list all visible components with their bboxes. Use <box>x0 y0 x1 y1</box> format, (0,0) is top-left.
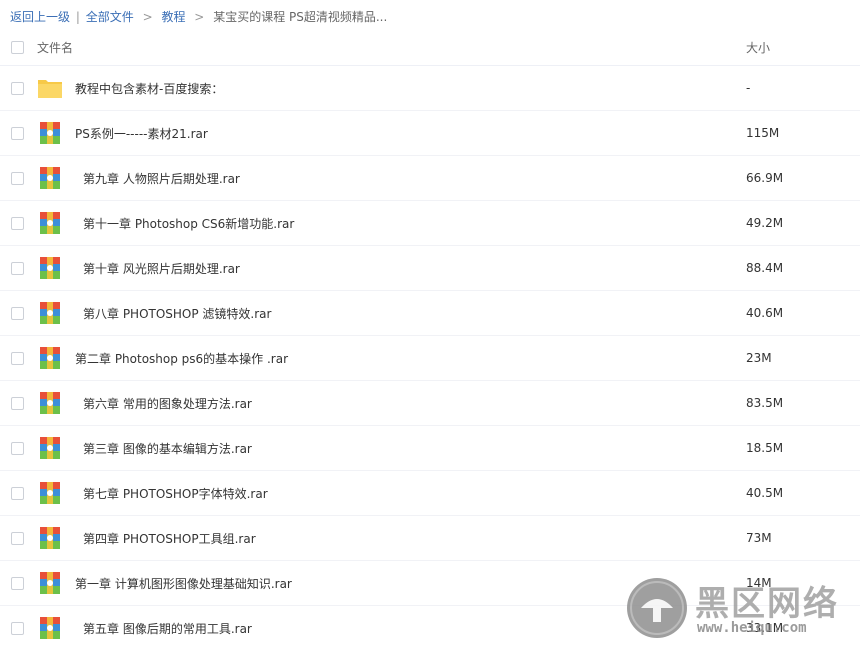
file-size: 40.6M <box>746 306 784 320</box>
file-list-header: 文件名 大小 <box>0 30 860 66</box>
file-size: 115M <box>746 126 780 140</box>
file-checkbox[interactable] <box>11 576 24 590</box>
file-row[interactable]: PS系例一-----素材21.rar 115M <box>0 111 860 156</box>
file-name[interactable]: 第十章 风光照片后期处理.rar <box>83 260 240 277</box>
rar-archive-icon <box>37 481 63 505</box>
file-row[interactable]: 第十章 风光照片后期处理.rar 88.4M <box>0 246 860 291</box>
file-checkbox[interactable] <box>11 216 24 230</box>
file-name[interactable]: PS系例一-----素材21.rar <box>75 125 208 142</box>
back-link[interactable]: 返回上一级 <box>10 10 70 24</box>
file-size: 23M <box>746 351 772 365</box>
file-row[interactable]: 第六章 常用的图象处理方法.rar 83.5M <box>0 381 860 426</box>
rar-archive-icon <box>37 301 63 325</box>
file-name[interactable]: 第七章 PHOTOSHOP字体特效.rar <box>83 485 268 502</box>
file-checkbox[interactable] <box>11 351 24 365</box>
watermark-url: www.heiqu.com <box>697 620 807 636</box>
breadcrumb-divider: | <box>75 10 80 24</box>
file-size: 40.5M <box>746 486 784 500</box>
rar-archive-icon <box>37 121 63 145</box>
file-size: 73M <box>746 531 772 545</box>
rar-archive-icon <box>37 571 63 595</box>
rar-archive-icon <box>37 436 63 460</box>
breadcrumb-separator: > <box>142 10 153 24</box>
file-checkbox[interactable] <box>11 171 24 185</box>
file-checkbox[interactable] <box>11 621 24 635</box>
file-size: 49.2M <box>746 216 784 230</box>
breadcrumb: 返回上一级 | 全部文件 > 教程 > 某宝买的课程 PS超清视频精品... <box>10 8 387 26</box>
folder-icon <box>37 76 63 100</box>
file-row[interactable]: 教程中包含素材-百度搜索： - <box>0 66 860 111</box>
file-size: - <box>746 81 751 95</box>
file-checkbox[interactable] <box>11 306 24 320</box>
file-size: 88.4M <box>746 261 784 275</box>
rar-archive-icon <box>37 391 63 415</box>
file-checkbox[interactable] <box>11 531 24 545</box>
watermark-title: 黑区网络 <box>695 584 839 624</box>
file-row[interactable]: 第四章 PHOTOSHOP工具组.rar 73M <box>0 516 860 561</box>
file-size: 66.9M <box>746 171 784 185</box>
file-row[interactable]: 第九章 人物照片后期处理.rar 66.9M <box>0 156 860 201</box>
rar-archive-icon <box>37 526 63 550</box>
watermark: 黑区网络 www.heiqu.com <box>627 576 855 642</box>
column-header-name[interactable]: 文件名 <box>37 39 73 56</box>
rar-archive-icon <box>37 346 63 370</box>
column-header-size[interactable]: 大小 <box>746 39 770 56</box>
file-checkbox[interactable] <box>11 126 24 140</box>
file-name[interactable]: 教程中包含素材-百度搜索： <box>75 80 223 97</box>
file-list: 文件名 大小 教程中包含素材-百度搜索： - PS系例一-----素材21.rar 1… <box>0 30 860 645</box>
file-row[interactable]: 第十一章 Photoshop CS6新增功能.rar 49.2M <box>0 201 860 246</box>
watermark-logo-icon <box>627 578 687 638</box>
breadcrumb-separator: > <box>194 10 205 24</box>
file-checkbox[interactable] <box>11 81 24 95</box>
breadcrumb-tutorial-link[interactable]: 教程 <box>161 10 185 24</box>
rar-archive-icon <box>37 616 63 640</box>
file-checkbox[interactable] <box>11 441 24 455</box>
file-name[interactable]: 第五章 图像后期的常用工具.rar <box>83 620 252 637</box>
file-name[interactable]: 第三章 图像的基本编辑方法.rar <box>83 440 252 457</box>
all-files-link[interactable]: 全部文件 <box>86 10 134 24</box>
file-row[interactable]: 第二章 Photoshop ps6的基本操作 .rar 23M <box>0 336 860 381</box>
file-name[interactable]: 第十一章 Photoshop CS6新增功能.rar <box>83 215 294 232</box>
file-name[interactable]: 第八章 PHOTOSHOP 滤镜特效.rar <box>83 305 271 322</box>
rar-archive-icon <box>37 256 63 280</box>
file-checkbox[interactable] <box>11 396 24 410</box>
file-row[interactable]: 第八章 PHOTOSHOP 滤镜特效.rar 40.6M <box>0 291 860 336</box>
file-name[interactable]: 第九章 人物照片后期处理.rar <box>83 170 240 187</box>
file-name[interactable]: 第二章 Photoshop ps6的基本操作 .rar <box>75 350 288 367</box>
breadcrumb-current: 某宝买的课程 PS超清视频精品... <box>213 10 388 24</box>
rar-archive-icon <box>37 211 63 235</box>
rar-archive-icon <box>37 166 63 190</box>
file-size: 18.5M <box>746 441 784 455</box>
file-size: 83.5M <box>746 396 784 410</box>
select-all-checkbox[interactable] <box>11 41 24 54</box>
file-checkbox[interactable] <box>11 261 24 275</box>
file-row[interactable]: 第三章 图像的基本编辑方法.rar 18.5M <box>0 426 860 471</box>
file-name[interactable]: 第一章 计算机图形图像处理基础知识.rar <box>75 575 292 592</box>
file-name[interactable]: 第六章 常用的图象处理方法.rar <box>83 395 252 412</box>
file-checkbox[interactable] <box>11 486 24 500</box>
file-name[interactable]: 第四章 PHOTOSHOP工具组.rar <box>83 530 256 547</box>
file-row[interactable]: 第七章 PHOTOSHOP字体特效.rar 40.5M <box>0 471 860 516</box>
